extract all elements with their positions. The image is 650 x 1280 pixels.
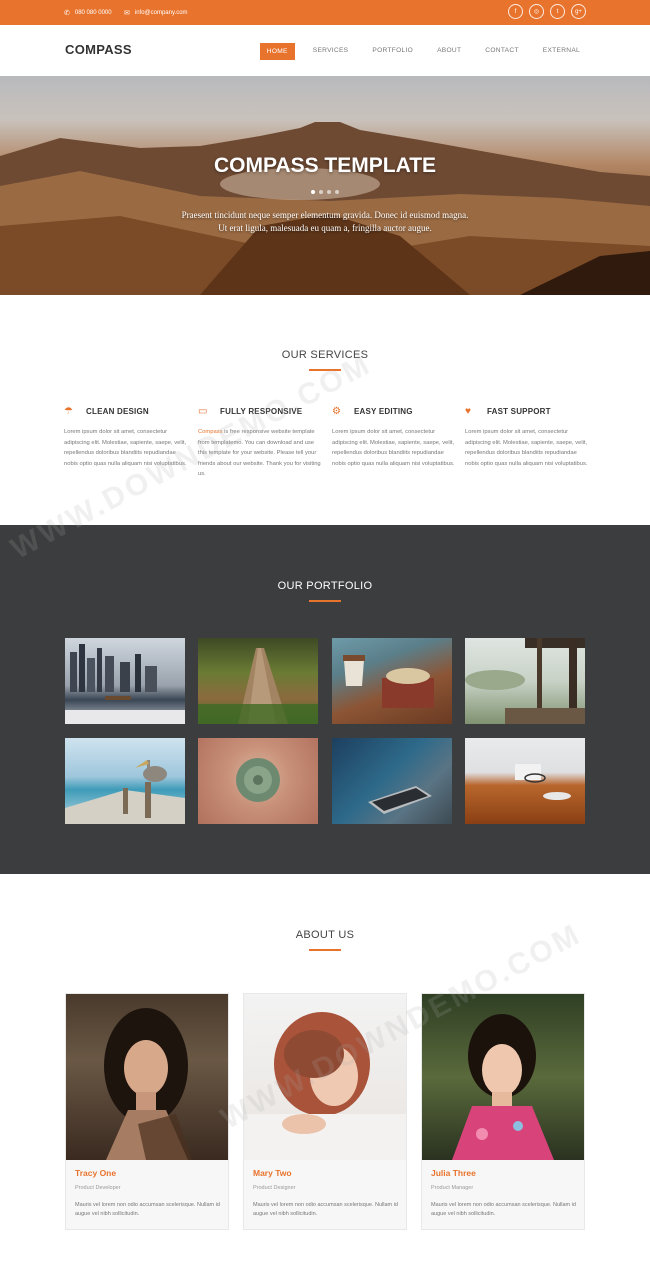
services-underline [309, 369, 341, 371]
about-title: ABOUT US [295, 929, 355, 941]
hero-caption-line: Praesent tincidunt neque semper elementu… [181, 210, 469, 220]
umbrella-icon: ☂ [64, 405, 73, 417]
phone-icon: ✆ [64, 9, 70, 17]
team-role: Product Developer [75, 1185, 121, 1191]
team-bio: Mauris vel lorem non odio accumsan scele… [253, 1202, 398, 1217]
portfolio-title: OUR PORTFOLIO [277, 580, 373, 592]
team-card[interactable]: Tracy One Product Developer Mauris vel l… [65, 993, 229, 1230]
nav-portfolio[interactable]: PORTFOLIO [366, 43, 419, 60]
top-bar: ✆ 080 080 0000 ✉ info@company.com f ◎ t … [0, 0, 650, 25]
service-title: FAST SUPPORT [487, 406, 551, 416]
team-role: Product Manager [431, 1185, 474, 1191]
team-name: Mary Two [253, 1168, 292, 1178]
service-title: EASY EDITING [354, 406, 413, 416]
email-contact[interactable]: ✉ info@company.com [124, 0, 188, 25]
envelope-icon: ✉ [124, 9, 130, 17]
slider-dots [0, 190, 650, 194]
phone-contact[interactable]: ✆ 080 080 0000 [64, 0, 112, 25]
team-card[interactable]: Julia Three Product Manager Mauris vel l… [421, 993, 585, 1230]
site-header: COMPASS HOME SERVICES PORTFOLIO ABOUT CO… [0, 25, 650, 76]
nav-about[interactable]: ABOUT [431, 43, 467, 60]
team-name: Tracy One [75, 1168, 117, 1178]
portfolio-item-dock[interactable] [198, 638, 318, 724]
compass-link[interactable]: Compass [198, 429, 222, 435]
team-name: Julia Three [431, 1168, 476, 1178]
service-title: FULLY RESPONSIVE [220, 406, 303, 416]
monitor-icon: ▭ [198, 405, 208, 417]
team-role: Product Designer [253, 1185, 296, 1191]
team-photo [244, 994, 406, 1160]
twitter-icon[interactable]: t [550, 4, 565, 19]
hero-caption-line: Ut erat ligula, malesuada eu quam a, fri… [218, 223, 432, 233]
service-title: CLEAN DESIGN [86, 406, 149, 416]
service-clean-design: ☂ CLEAN DESIGN Lorem ipsum dolor sit ame… [64, 402, 189, 469]
team-bio: Mauris vel lorem non odio accumsan scele… [431, 1202, 576, 1217]
service-easy-editing: ⚙ EASY EDITING Lorem ipsum dolor sit ame… [332, 402, 457, 469]
dribbble-icon[interactable]: ◎ [529, 4, 544, 19]
service-text: Lorem ipsum dolor sit amet, consectetur … [465, 429, 588, 467]
nav-contact[interactable]: CONTACT [479, 43, 524, 60]
slider-dot[interactable] [335, 190, 339, 194]
portfolio-item-coffee[interactable] [332, 638, 452, 724]
hero-caption: Praesent tincidunt neque semper elementu… [0, 209, 650, 235]
portfolio-underline [309, 600, 341, 602]
portfolio-item-phone[interactable] [332, 738, 452, 824]
hero-slider: COMPASS TEMPLATE Praesent tincidunt nequ… [0, 76, 650, 295]
service-fast-support: ♥ FAST SUPPORT Lorem ipsum dolor sit ame… [465, 402, 590, 469]
google-plus-icon[interactable]: g+ [571, 4, 586, 19]
team-bio: Mauris vel lorem non odio accumsan scele… [75, 1202, 220, 1217]
main-nav: HOME SERVICES PORTFOLIO ABOUT CONTACT EX… [259, 43, 586, 60]
hero-title: COMPASS TEMPLATE [213, 154, 437, 177]
slider-dot[interactable] [311, 190, 315, 194]
portfolio-item-desk[interactable] [465, 738, 585, 824]
slider-dot[interactable] [327, 190, 331, 194]
portfolio-item-city[interactable] [65, 638, 185, 724]
slider-dot[interactable] [319, 190, 323, 194]
social-links: f ◎ t g+ [508, 4, 586, 19]
service-text: Lorem ipsum dolor sit amet, consectetur … [332, 429, 455, 467]
hero-background-image [0, 122, 650, 295]
facebook-icon[interactable]: f [508, 4, 523, 19]
nav-home[interactable]: HOME [259, 43, 295, 60]
team-photo [422, 994, 584, 1160]
service-text: Compass is free responsive website templ… [198, 427, 323, 480]
team-photo [66, 994, 228, 1160]
heart-icon: ♥ [465, 405, 471, 417]
nav-external[interactable]: EXTERNAL [537, 43, 586, 60]
services-title: OUR SERVICES [281, 349, 369, 361]
phone-number: 080 080 0000 [74, 9, 112, 16]
service-text: Lorem ipsum dolor sit amet, consectetur … [64, 429, 187, 467]
service-fully-responsive: ▭ FULLY RESPONSIVE Compass is free respo… [198, 402, 323, 480]
about-underline [309, 949, 341, 951]
service-text-body: is free responsive website template from… [198, 429, 321, 477]
portfolio-section: OUR PORTFOLIO [0, 525, 650, 874]
site-logo[interactable]: COMPASS [65, 42, 132, 57]
team-card[interactable]: Mary Two Product Designer Mauris vel lor… [243, 993, 407, 1230]
portfolio-item-pelican[interactable] [65, 738, 185, 824]
gears-icon: ⚙ [332, 405, 341, 417]
email-address: info@company.com [134, 9, 188, 16]
portfolio-item-cactus[interactable] [198, 738, 318, 824]
portfolio-item-lake[interactable] [465, 638, 585, 724]
nav-services[interactable]: SERVICES [307, 43, 355, 60]
